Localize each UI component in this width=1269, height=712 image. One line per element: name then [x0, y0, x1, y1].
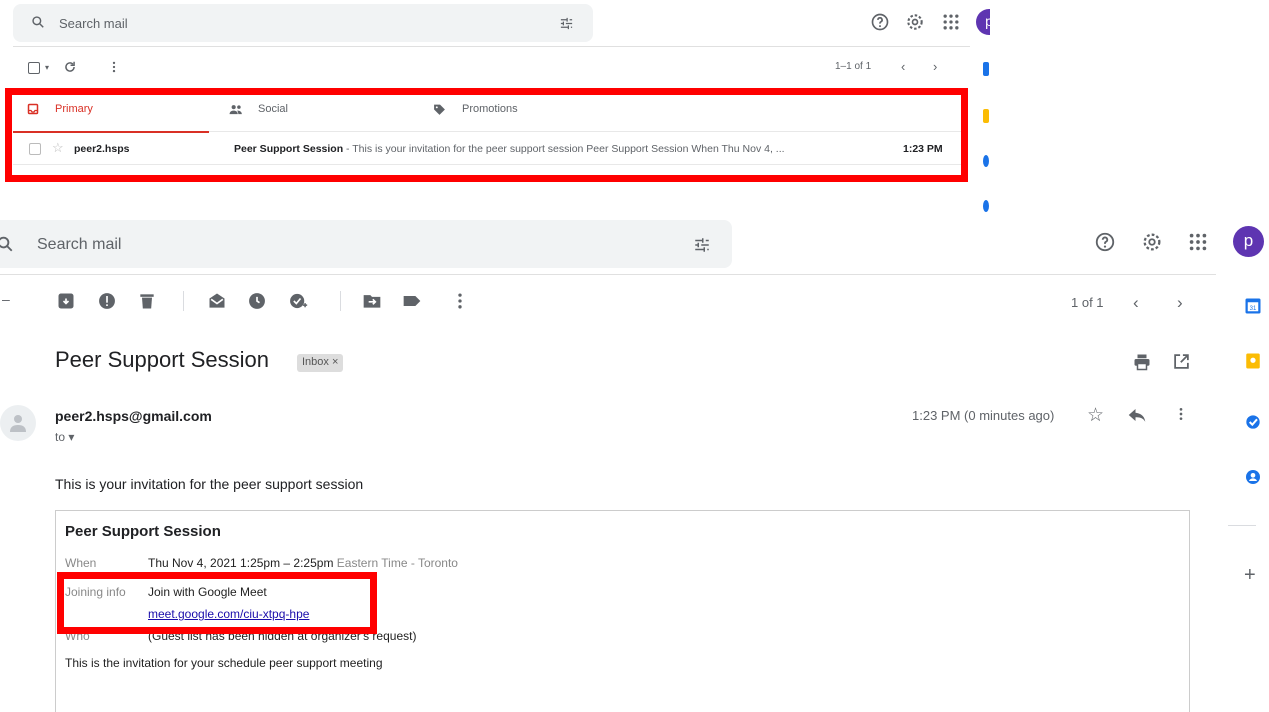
select-all-checkbox[interactable] — [28, 62, 40, 74]
search-icon[interactable] — [31, 15, 45, 29]
open-new-window-icon[interactable] — [1173, 353, 1190, 370]
account-avatar[interactable]: p — [1233, 226, 1264, 257]
search-icon[interactable] — [0, 235, 14, 253]
delete-icon[interactable] — [137, 291, 157, 311]
recipients-toggle[interactable]: to ▾ — [55, 430, 74, 444]
email-toolbar: – 1 of 1 ‹ › — [0, 287, 1216, 317]
sender-email: peer2.hsps@gmail.com — [55, 408, 212, 424]
select-dropdown-icon[interactable]: ▾ — [45, 63, 49, 72]
archive-icon[interactable] — [56, 291, 76, 311]
help-icon[interactable] — [870, 12, 890, 32]
divider — [0, 274, 1216, 275]
more-options-icon[interactable] — [1173, 406, 1189, 422]
account-avatar[interactable]: p — [976, 9, 990, 35]
top-inbox-panel: Search mail p ▾ 1–1 of 1 ‹ › Primary Soc… — [0, 0, 990, 215]
search-options-icon[interactable] — [693, 236, 711, 254]
apps-grid-icon[interactable] — [1187, 231, 1209, 253]
star-icon[interactable]: ☆ — [1087, 404, 1104, 427]
newer-chevron-icon[interactable]: ‹ — [901, 59, 905, 74]
pagination-text: 1 of 1 — [1071, 295, 1104, 310]
settings-icon[interactable] — [905, 12, 925, 32]
svg-text:31: 31 — [1250, 306, 1257, 312]
inbox-label-chip[interactable]: Inbox × — [297, 354, 344, 372]
email-body-intro: This is your invitation for the peer sup… — [55, 476, 364, 492]
keep-icon[interactable] — [983, 109, 989, 123]
print-icon[interactable] — [1133, 353, 1151, 371]
when-datetime: Thu Nov 4, 2021 1:25pm – 2:25pm — [148, 556, 334, 570]
calendar-icon[interactable] — [983, 62, 989, 76]
list-toolbar: ▾ 1–1 of 1 ‹ › — [0, 48, 970, 86]
snooze-icon[interactable] — [247, 291, 267, 311]
label-icon[interactable] — [402, 291, 422, 311]
email-view-panel: Search mail p – 1 of 1 ‹ › Peer Support … — [0, 215, 1269, 712]
toolbar-separator — [183, 291, 184, 311]
tasks-icon[interactable] — [983, 155, 989, 167]
toolbar-separator — [340, 291, 341, 311]
add-to-tasks-icon[interactable] — [288, 291, 308, 311]
person-icon — [10, 415, 26, 432]
when-timezone: Eastern Time - Toronto — [336, 556, 458, 570]
search-placeholder[interactable]: Search mail — [37, 236, 121, 254]
when-label: When — [65, 556, 97, 570]
rail-divider — [1228, 525, 1256, 526]
email-date: 1:23 PM (0 minutes ago) — [912, 408, 1055, 423]
help-icon[interactable] — [1094, 231, 1116, 253]
highlight-box — [5, 88, 968, 182]
contacts-icon[interactable] — [983, 200, 989, 212]
report-spam-icon[interactable] — [97, 291, 117, 311]
more-options-icon[interactable] — [107, 60, 121, 74]
settings-icon[interactable] — [1141, 231, 1163, 253]
invitation-title: Peer Support Session — [65, 523, 221, 540]
divider — [13, 46, 970, 47]
sender-avatar — [0, 405, 36, 441]
calendar-icon[interactable]: 31 — [1244, 297, 1262, 315]
email-subject-title: Peer Support Session — [55, 347, 270, 372]
move-to-icon[interactable] — [362, 291, 382, 311]
highlight-box — [57, 572, 377, 634]
search-options-icon[interactable] — [559, 16, 574, 31]
reply-icon[interactable] — [1128, 408, 1146, 422]
when-value: Thu Nov 4, 2021 1:25pm – 2:25pm Eastern … — [148, 556, 458, 570]
pagination-text: 1–1 of 1 — [835, 61, 872, 72]
search-bar[interactable]: Search mail — [0, 220, 732, 268]
apps-grid-icon[interactable] — [941, 12, 961, 32]
older-chevron-icon[interactable]: › — [1177, 293, 1183, 313]
tasks-icon[interactable] — [1245, 414, 1261, 430]
mark-unread-icon[interactable] — [207, 291, 227, 311]
keep-icon[interactable] — [1244, 352, 1262, 370]
get-addons-plus-icon[interactable]: + — [1244, 564, 1256, 587]
back-arrow-icon[interactable]: – — [2, 291, 10, 307]
search-bar[interactable]: Search mail — [13, 4, 593, 42]
invitation-footer: This is the invitation for your schedule… — [65, 656, 383, 670]
contacts-icon[interactable] — [1245, 469, 1261, 485]
search-placeholder[interactable]: Search mail — [59, 16, 128, 31]
more-options-icon[interactable] — [450, 291, 470, 311]
newer-chevron-icon[interactable]: ‹ — [1133, 293, 1139, 313]
older-chevron-icon[interactable]: › — [933, 59, 937, 74]
refresh-icon[interactable] — [63, 60, 77, 74]
